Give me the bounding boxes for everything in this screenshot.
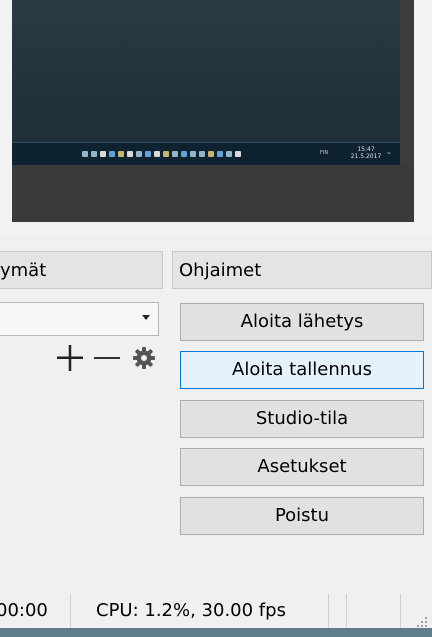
scene-select[interactable] (0, 302, 159, 336)
taskbar-clock-date: 21.5.2017 (350, 153, 382, 160)
taskbar-language: FIN (320, 150, 329, 156)
dropdown-arrow-icon (142, 315, 150, 320)
controls-dock-header: Ohjaimet (172, 251, 432, 289)
gear-icon[interactable] (132, 346, 156, 370)
start-recording-button[interactable]: Aloita tallennus (180, 351, 424, 389)
status-separator (400, 594, 401, 628)
taskbar-clock-time: 15:47 (357, 146, 375, 153)
settings-button[interactable]: Asetukset (180, 448, 424, 486)
desktop-capture (12, 0, 400, 142)
taskbar-clock: 15:47 21.5.2017 (349, 146, 383, 160)
status-separator (70, 594, 71, 628)
tray-icons (82, 148, 241, 160)
status-cpu: CPU: 1.2%, 30.00 fps (96, 600, 286, 621)
status-time: 00:00 (0, 600, 48, 621)
start-streaming-button[interactable]: Aloita lähetys (180, 303, 424, 341)
taskbar-capture: FIN 15:47 21.5.2017 ⌄ (12, 142, 400, 165)
status-separator (346, 594, 347, 628)
preview-area: FIN 15:47 21.5.2017 ⌄ (0, 0, 432, 236)
resize-grip-icon[interactable] (416, 616, 428, 628)
minus-icon[interactable] (94, 345, 120, 371)
status-separator (328, 594, 329, 628)
taskbar-chevron-icon: ⌄ (386, 148, 392, 156)
window-bottom-edge (0, 628, 432, 637)
preview-canvas[interactable]: FIN 15:47 21.5.2017 ⌄ (12, 0, 414, 222)
exit-button[interactable]: Poistu (180, 497, 424, 535)
studio-mode-button[interactable]: Studio-tila (180, 400, 424, 438)
preview-lower-area (12, 165, 414, 222)
plus-icon[interactable] (57, 345, 83, 371)
scenes-dock-header: ymät (0, 251, 163, 289)
